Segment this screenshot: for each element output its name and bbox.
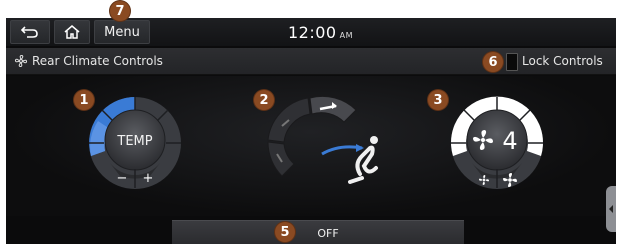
- off-label: OFF: [317, 226, 339, 240]
- menu-button[interactable]: Menu: [94, 20, 150, 44]
- temp-down-button[interactable]: −: [117, 171, 128, 186]
- temp-up-button[interactable]: +: [143, 171, 154, 186]
- back-button[interactable]: [10, 20, 50, 44]
- callout-6: 6: [483, 52, 503, 72]
- home-icon: [64, 25, 80, 39]
- controls-area: TEMP − + 4: [6, 76, 616, 232]
- callout-7: 7: [110, 1, 130, 21]
- title-bar: Rear Climate Controls Lock Controls: [6, 48, 616, 75]
- fan-icon: [14, 54, 28, 68]
- fan-speed-knob[interactable]: 4: [450, 96, 544, 190]
- callout-3: 3: [428, 90, 448, 110]
- climate-screen: Menu 12:00 AM Rear Climate Controls Lock …: [6, 18, 616, 244]
- home-button[interactable]: [54, 20, 90, 44]
- callout-1: 1: [74, 90, 94, 110]
- airflow-mode-selector[interactable]: [264, 96, 384, 196]
- clock: 12:00 AM: [288, 23, 353, 42]
- clock-time: 12:00: [288, 23, 337, 42]
- callout-2: 2: [254, 90, 274, 110]
- temp-knob[interactable]: TEMP − +: [88, 96, 182, 190]
- seat-icon: [348, 136, 378, 184]
- clock-ampm: AM: [339, 31, 353, 40]
- menu-label: Menu: [104, 24, 140, 40]
- fan-speed-level: 4: [502, 127, 517, 155]
- off-button[interactable]: OFF: [172, 220, 464, 244]
- lock-controls-toggle[interactable]: [506, 53, 518, 71]
- page-title: Rear Climate Controls: [32, 54, 163, 68]
- top-bar: Menu 12:00 AM: [6, 18, 616, 46]
- temp-label: TEMP: [116, 134, 152, 149]
- lock-controls-label[interactable]: Lock Controls: [522, 54, 603, 68]
- callout-5: 5: [275, 222, 295, 242]
- side-panel-tab[interactable]: [606, 186, 616, 232]
- back-icon: [20, 26, 38, 38]
